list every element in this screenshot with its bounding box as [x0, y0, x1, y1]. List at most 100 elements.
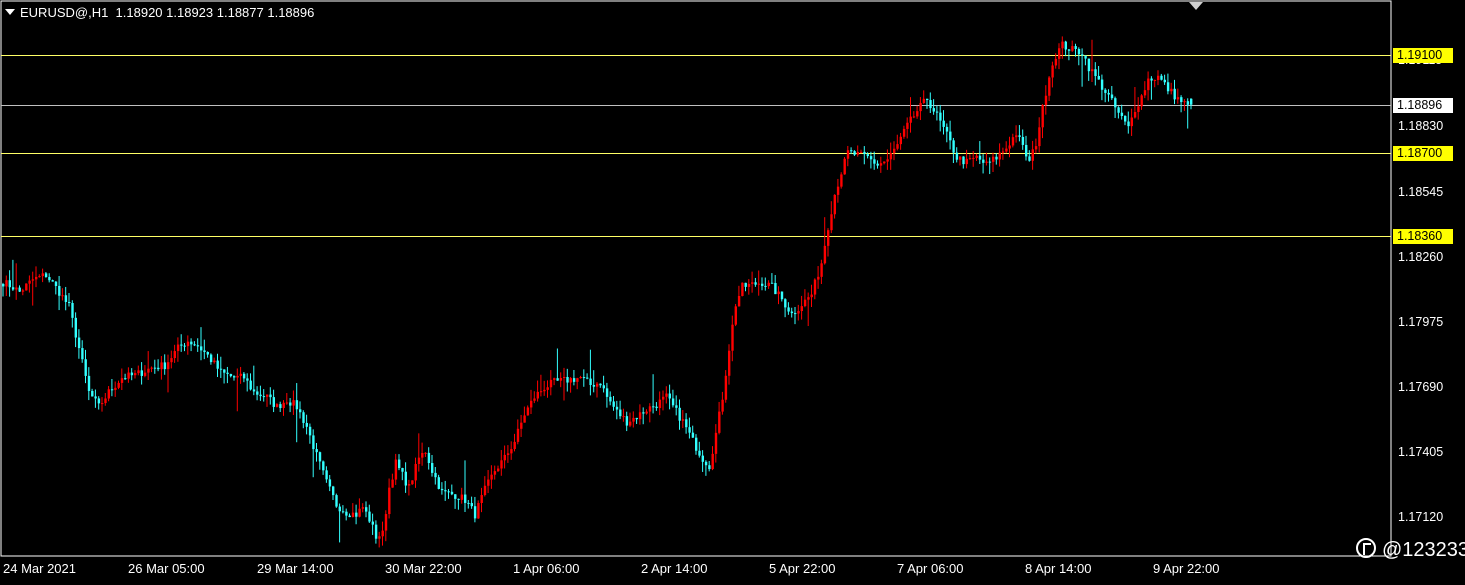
candle	[922, 90, 926, 104]
candle	[58, 275, 61, 311]
candle	[124, 373, 127, 381]
candle	[939, 104, 942, 132]
candle	[592, 370, 596, 393]
candle	[104, 392, 107, 406]
candle	[332, 485, 335, 500]
candle	[615, 400, 619, 420]
candle	[163, 354, 167, 375]
candle	[988, 157, 992, 175]
candle	[322, 460, 325, 475]
candle	[170, 350, 173, 369]
candle	[506, 445, 510, 463]
candle	[846, 145, 850, 167]
candle	[605, 382, 609, 408]
candle	[1038, 117, 1041, 153]
chart-menu-arrow-icon[interactable]	[5, 9, 15, 15]
candle	[1143, 81, 1147, 99]
candle	[711, 446, 714, 471]
chart-shift-marker-icon[interactable]	[1189, 2, 1203, 10]
candle	[1157, 70, 1160, 86]
candle	[899, 132, 902, 150]
candle	[117, 380, 120, 390]
time-tick-label: 26 Mar 05:00	[128, 561, 205, 576]
candle	[81, 340, 84, 363]
candle	[460, 487, 464, 504]
plot-border	[0, 0, 1392, 557]
candle	[374, 520, 378, 544]
level-price-tag[interactable]: 1.18360	[1393, 229, 1453, 244]
candle	[338, 503, 341, 543]
candle	[365, 501, 368, 518]
candle	[695, 434, 698, 455]
candle	[876, 160, 879, 169]
candle	[473, 496, 477, 523]
candle	[54, 281, 58, 295]
candle	[625, 411, 629, 432]
candle	[652, 374, 655, 414]
candle	[1015, 125, 1018, 143]
candle	[328, 474, 332, 492]
candle	[120, 368, 124, 391]
chart-window[interactable]: EURUSD@,H1 1.18920 1.18923 1.18877 1.188…	[0, 0, 1465, 585]
candle	[794, 307, 797, 325]
candle	[975, 153, 978, 161]
candle	[398, 454, 401, 471]
candle	[454, 494, 457, 509]
candle	[883, 161, 886, 165]
candle	[305, 414, 308, 435]
candle	[91, 388, 94, 397]
candle	[860, 149, 863, 154]
candle	[1140, 94, 1143, 110]
candle	[942, 110, 945, 135]
candle	[1058, 43, 1061, 70]
candle	[671, 389, 675, 408]
candle	[932, 99, 935, 115]
candlestick-chart[interactable]	[0, 0, 1465, 585]
candle	[203, 339, 206, 360]
candle	[737, 285, 741, 307]
candle	[134, 370, 137, 379]
candle	[886, 149, 889, 170]
candle	[675, 395, 678, 416]
candle	[147, 351, 150, 380]
candle	[1137, 97, 1140, 120]
candle	[1071, 40, 1074, 52]
candle	[1087, 58, 1091, 81]
candle	[394, 453, 398, 485]
candle	[269, 387, 272, 405]
candle	[998, 143, 1001, 167]
candle	[150, 366, 153, 373]
candle	[229, 373, 233, 378]
candle	[302, 410, 305, 429]
price-tick-label: 1.17690	[1398, 380, 1444, 394]
candle	[823, 217, 827, 265]
level-price-tag[interactable]: 1.19100	[1393, 48, 1453, 63]
candle	[84, 349, 87, 384]
symbol-ohlc-line: EURUSD@,H1 1.18920 1.18923 1.18877 1.188…	[20, 5, 315, 20]
candle	[1100, 74, 1104, 101]
candle	[807, 292, 810, 327]
candle	[929, 92, 932, 113]
candle	[110, 378, 114, 397]
candle	[31, 271, 35, 306]
candle	[493, 465, 497, 480]
candle	[28, 275, 31, 293]
candle	[431, 455, 434, 477]
candle	[1127, 111, 1130, 134]
candle	[622, 408, 625, 422]
level-price-tag[interactable]: 1.18700	[1393, 146, 1453, 161]
time-tick-label: 5 Apr 22:00	[769, 561, 836, 576]
current-price-tag: 1.18896	[1393, 98, 1453, 113]
candle	[440, 482, 444, 495]
candle	[11, 259, 15, 291]
candle	[777, 286, 780, 305]
candle	[427, 447, 431, 470]
candle	[223, 369, 226, 384]
candle	[747, 279, 751, 295]
candle	[856, 145, 860, 157]
candle	[318, 451, 322, 470]
candle	[813, 278, 817, 300]
candle	[642, 407, 645, 425]
candle	[335, 493, 338, 508]
candle	[1094, 62, 1097, 86]
